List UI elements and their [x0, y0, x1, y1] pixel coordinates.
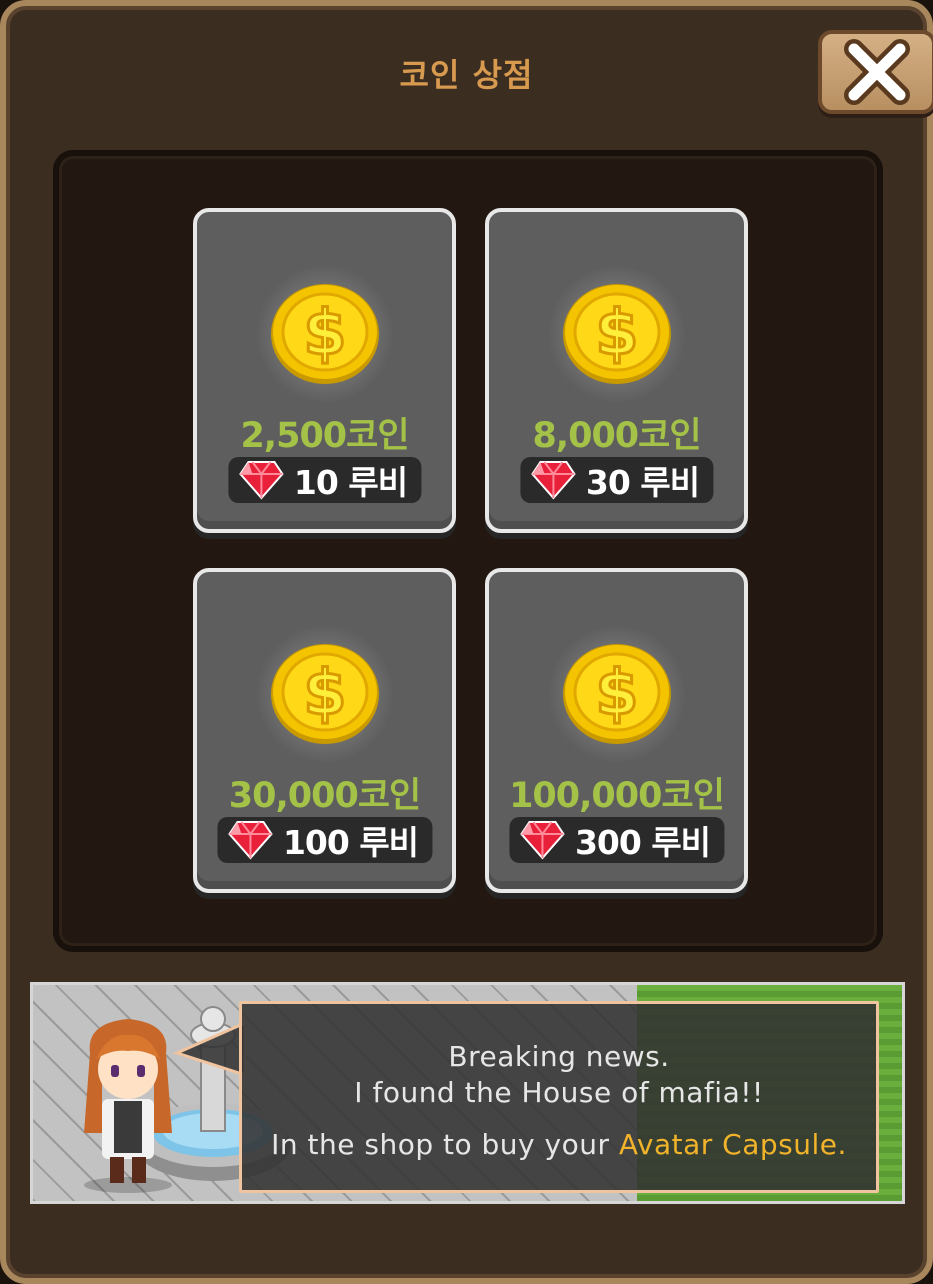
ruby-icon	[227, 821, 273, 860]
coin-amount: 8,000코인	[532, 416, 701, 456]
close-icon	[844, 39, 910, 105]
close-button[interactable]	[818, 30, 933, 114]
svg-text:$: $	[303, 656, 346, 729]
shop-title: 코인 상점	[399, 56, 534, 94]
avatar-capsule-link[interactable]: Avatar Capsule.	[619, 1128, 847, 1161]
price-tag: 30 루비	[519, 457, 714, 503]
svg-text:$: $	[595, 656, 638, 729]
price-label: 30 루비	[585, 463, 700, 502]
coin-icon: $	[546, 624, 687, 764]
character-avatar	[84, 1019, 172, 1193]
svg-text:$: $	[595, 296, 638, 369]
ruby-icon	[530, 461, 576, 500]
news-line-3-text: In the shop to buy your	[271, 1128, 619, 1161]
product-card[interactable]: $ 8,000코인 30 루비	[485, 208, 748, 533]
product-card[interactable]: $ 30,000코인 100 루비	[193, 568, 456, 893]
product-panel: $ 2,500코인 10 루비 $ 8,000코인 30 루비 $ 30,000…	[53, 150, 883, 952]
price-label: 100 루비	[282, 823, 419, 862]
coin-icon: $	[546, 264, 687, 404]
coin-amount: 30,000코인	[228, 776, 421, 816]
news-line-1: Breaking news.	[448, 1040, 670, 1073]
svg-text:$: $	[303, 296, 346, 369]
price-tag: 10 루비	[227, 457, 422, 503]
speech-bubble: Breaking news. I found the House of mafi…	[239, 1001, 879, 1193]
price-tag: 100 루비	[216, 817, 433, 863]
price-label: 10 루비	[293, 463, 408, 502]
news-line-3: In the shop to buy your Avatar Capsule.	[242, 1128, 876, 1161]
coin-icon: $	[254, 264, 395, 404]
price-label: 300 루비	[574, 823, 711, 862]
news-banner[interactable]: Breaking news. I found the House of mafi…	[30, 982, 905, 1204]
speech-bubble-tail	[173, 1021, 245, 1077]
ruby-icon	[519, 821, 565, 860]
coin-amount: 100,000코인	[509, 776, 725, 816]
product-card[interactable]: $ 100,000코인 300 루비	[485, 568, 748, 893]
news-line-2: I found the House of mafia!!	[354, 1076, 764, 1109]
ruby-icon	[238, 461, 284, 500]
price-tag: 300 루비	[508, 817, 725, 863]
product-card[interactable]: $ 2,500코인 10 루비	[193, 208, 456, 533]
coin-amount: 2,500코인	[240, 416, 409, 456]
coin-icon: $	[254, 624, 395, 764]
